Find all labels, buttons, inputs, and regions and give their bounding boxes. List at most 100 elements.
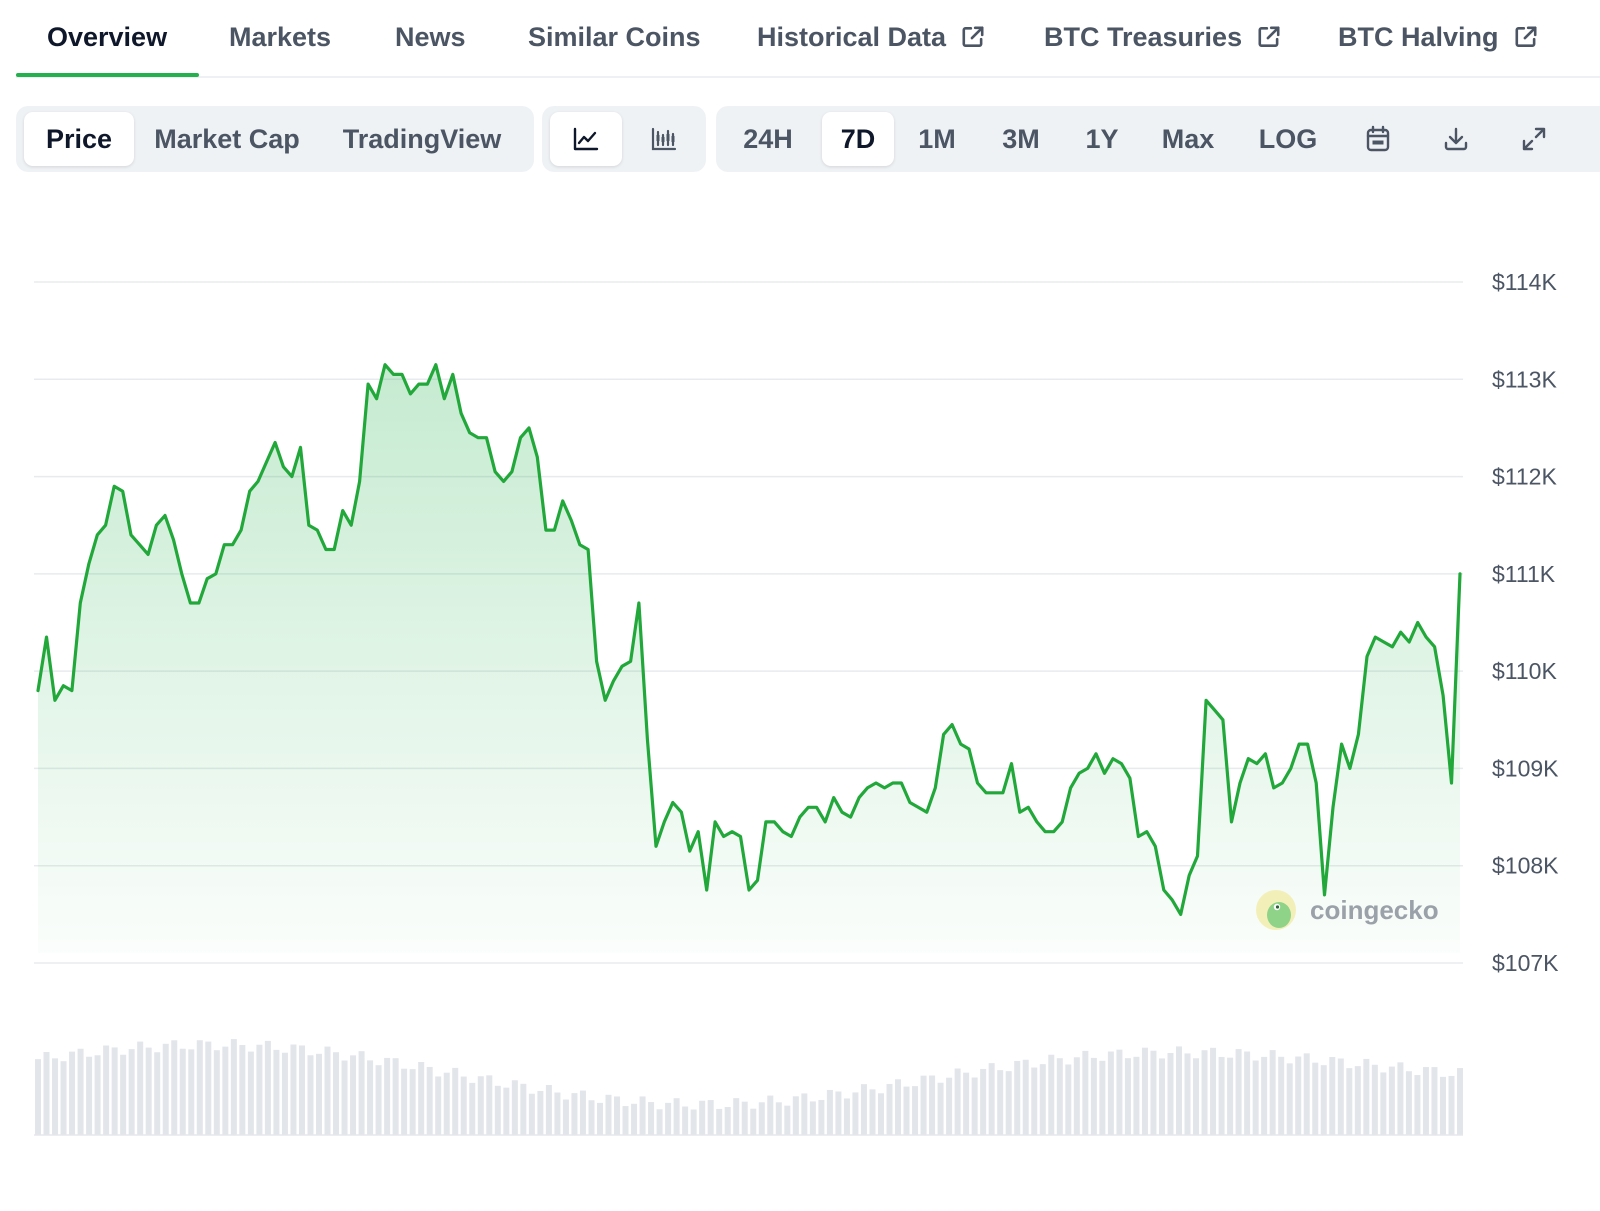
- external-link-icon: [1256, 24, 1282, 57]
- external-link-icon: [1513, 24, 1539, 57]
- price-view-button[interactable]: Price: [24, 112, 134, 166]
- volume-bar: [1142, 1048, 1148, 1135]
- fullscreen-button[interactable]: [1504, 112, 1564, 166]
- volume-bar: [801, 1093, 807, 1135]
- tab-btc-halving[interactable]: BTC Halving: [1338, 22, 1539, 58]
- volume-bar: [972, 1078, 978, 1135]
- volume-bar: [1202, 1050, 1208, 1135]
- volume-bar: [529, 1094, 535, 1135]
- volume-bar: [938, 1083, 944, 1135]
- volume-bar: [869, 1089, 875, 1135]
- volume-bar: [197, 1040, 203, 1135]
- volume-bar: [1448, 1076, 1454, 1135]
- volume-bar: [61, 1061, 67, 1135]
- tradingview-view-button[interactable]: TradingView: [322, 112, 522, 166]
- range-max-button[interactable]: Max: [1148, 112, 1228, 166]
- volume-bar: [427, 1067, 433, 1135]
- tab-overview[interactable]: Overview: [47, 22, 167, 58]
- volume-bar: [248, 1052, 254, 1135]
- volume-bar: [333, 1052, 339, 1135]
- price-chart[interactable]: $114K$113K$112K$111K$110K$109K$108K$107K…: [0, 180, 1600, 1211]
- candlestick-chart-icon: [650, 126, 678, 152]
- download-button[interactable]: [1426, 112, 1486, 166]
- volume-bar: [44, 1052, 50, 1135]
- volume-bar: [1440, 1077, 1446, 1135]
- volume-bar: [512, 1080, 518, 1135]
- volume-bar: [503, 1088, 509, 1135]
- line-chart-button[interactable]: [550, 112, 622, 166]
- tab-overview-label: Overview: [47, 22, 167, 52]
- volume-bar: [1261, 1057, 1267, 1135]
- volume-bar: [1040, 1064, 1046, 1135]
- volume-bar: [129, 1049, 135, 1135]
- tab-similar-coins[interactable]: Similar Coins: [528, 22, 701, 58]
- tab-historical-data-label: Historical Data: [757, 22, 946, 52]
- volume-bar: [486, 1075, 492, 1135]
- range-1y-button[interactable]: 1Y: [1072, 112, 1132, 166]
- volume-bars: [34, 1039, 1463, 1135]
- range-1m-button[interactable]: 1M: [904, 112, 970, 166]
- candlestick-chart-button[interactable]: [628, 112, 700, 166]
- volume-bar: [1372, 1065, 1378, 1135]
- volume-bar: [435, 1076, 441, 1135]
- volume-bar: [1431, 1067, 1437, 1135]
- volume-bar: [520, 1084, 526, 1135]
- volume-bar: [665, 1103, 671, 1135]
- volume-bar: [631, 1104, 637, 1135]
- volume-bar: [316, 1054, 322, 1135]
- range-7d-button[interactable]: 7D: [822, 112, 894, 166]
- range-3m-button[interactable]: 3M: [986, 112, 1056, 166]
- volume-bar: [444, 1073, 450, 1135]
- chart-view-toggle: Price Market Cap TradingView: [16, 106, 534, 172]
- volume-bar: [35, 1059, 41, 1135]
- volume-bar: [1244, 1052, 1250, 1135]
- date-range-button[interactable]: [1348, 112, 1408, 166]
- volume-bar: [1108, 1052, 1114, 1135]
- volume-bar: [1210, 1048, 1216, 1135]
- volume-bar: [1329, 1057, 1335, 1135]
- volume-bar: [742, 1102, 748, 1135]
- download-icon: [1442, 125, 1470, 153]
- volume-bar: [205, 1042, 211, 1135]
- range-24h-button[interactable]: 24H: [724, 112, 812, 166]
- volume-bar: [623, 1106, 629, 1135]
- volume-bar: [1065, 1064, 1071, 1135]
- tab-news[interactable]: News: [395, 22, 466, 58]
- volume-bar: [273, 1050, 279, 1135]
- volume-bar: [350, 1055, 356, 1135]
- coingecko-logo-icon: [1256, 890, 1296, 930]
- volume-bar: [793, 1096, 799, 1135]
- volume-bar: [325, 1047, 331, 1135]
- volume-bar: [376, 1065, 382, 1135]
- volume-bar: [895, 1079, 901, 1135]
- tab-markets[interactable]: Markets: [229, 22, 331, 58]
- log-scale-button[interactable]: LOG: [1248, 112, 1328, 166]
- tab-btc-treasuries[interactable]: BTC Treasuries: [1044, 22, 1282, 58]
- volume-bar: [214, 1050, 220, 1135]
- volume-bar: [1116, 1050, 1122, 1135]
- volume-bar: [725, 1107, 731, 1135]
- volume-bar: [171, 1040, 177, 1135]
- volume-bar: [1287, 1063, 1293, 1135]
- volume-bar: [1227, 1058, 1233, 1135]
- volume-bar: [1099, 1061, 1105, 1135]
- market-cap-view-button[interactable]: Market Cap: [142, 112, 312, 166]
- volume-bar: [835, 1091, 841, 1135]
- volume-bar: [691, 1110, 697, 1135]
- volume-bar: [154, 1052, 160, 1135]
- volume-bar: [1074, 1057, 1080, 1135]
- volume-bar: [1346, 1068, 1352, 1135]
- volume-bar: [1082, 1051, 1088, 1135]
- volume-bar: [699, 1101, 705, 1135]
- tab-historical-data[interactable]: Historical Data: [757, 22, 986, 58]
- volume-bar: [1380, 1072, 1386, 1135]
- volume-bar: [120, 1055, 126, 1135]
- volume-bar: [78, 1049, 84, 1135]
- volume-bar: [571, 1093, 577, 1135]
- volume-bar: [955, 1069, 961, 1136]
- watermark-text: coingecko: [1310, 895, 1439, 925]
- volume-bar: [878, 1093, 884, 1135]
- tab-btc-halving-label: BTC Halving: [1338, 22, 1499, 52]
- volume-bar: [495, 1086, 501, 1135]
- volume-bar: [180, 1049, 186, 1135]
